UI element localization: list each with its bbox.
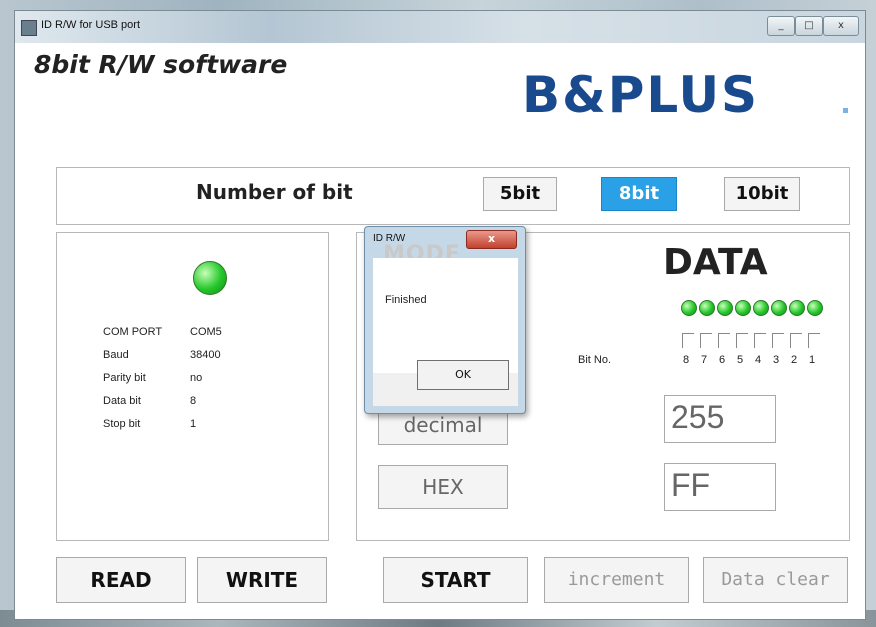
read-button[interactable]: READ (56, 557, 186, 603)
write-button[interactable]: WRITE (197, 557, 327, 603)
bit-number: 7 (701, 354, 708, 366)
bit-1-checkbox[interactable] (808, 333, 820, 348)
bit-5-led-icon (735, 300, 751, 316)
start-button[interactable]: START (383, 557, 528, 603)
app-icon (21, 20, 37, 36)
maximize-button[interactable]: □ (795, 16, 823, 36)
bit-10-button[interactable]: 10bit (724, 177, 800, 211)
bit-4-checkbox[interactable] (754, 333, 766, 348)
dialog-message: Finished (385, 294, 427, 306)
com-port-label: COM PORT (103, 326, 163, 338)
dialog-ok-button[interactable]: OK (417, 360, 509, 390)
hex-mode-button[interactable]: HEX (378, 465, 508, 509)
bit-1-led-icon (807, 300, 823, 316)
stop-bit-value: 1 (190, 418, 197, 430)
bit-6-checkbox[interactable] (718, 333, 730, 348)
bit-number: 4 (755, 354, 762, 366)
data-bit-value: 8 (190, 395, 197, 407)
bit-5-checkbox[interactable] (736, 333, 748, 348)
decimal-value-field[interactable]: 255 (664, 395, 776, 443)
bit-6-led-icon (717, 300, 733, 316)
com-port-value: COM5 (190, 326, 222, 338)
bit-number: 8 (683, 354, 690, 366)
bit-2-led-icon (789, 300, 805, 316)
bit-4-led-icon (753, 300, 769, 316)
parity-label: Parity bit (103, 372, 146, 384)
dialog-body: Finished (373, 258, 518, 373)
data-bit-label: Data bit (103, 395, 141, 407)
bit-number: 2 (791, 354, 798, 366)
bit-8-button[interactable]: 8bit (601, 177, 677, 211)
bit-5-button[interactable]: 5bit (483, 177, 557, 211)
hex-value-field[interactable]: FF (664, 463, 776, 511)
title-bar[interactable]: ID R/W for USB port _ □ x (15, 11, 865, 43)
window-title: ID R/W for USB port (41, 19, 141, 31)
data-clear-button[interactable]: Data clear (703, 557, 848, 603)
finished-dialog: ID R/W MODE x Finished OK (364, 226, 526, 414)
bit-7-led-icon (699, 300, 715, 316)
company-logo: B&PLUS (522, 66, 760, 124)
data-heading: DATA (663, 242, 768, 283)
bit-number: 3 (773, 354, 780, 366)
stop-bit-label: Stop bit (103, 418, 141, 430)
bit-no-label: Bit No. (578, 354, 612, 366)
bit-8-checkbox[interactable] (682, 333, 694, 348)
dialog-close-button[interactable]: x (466, 230, 517, 249)
bit-3-checkbox[interactable] (772, 333, 784, 348)
app-title: 8bit R/W software (34, 50, 288, 79)
close-button[interactable]: x (823, 16, 859, 36)
bit-number: 1 (809, 354, 816, 366)
increment-button[interactable]: increment (544, 557, 689, 603)
baud-value: 38400 (190, 349, 221, 361)
bit-3-led-icon (771, 300, 787, 316)
number-of-bit-label: Number of bit (196, 180, 353, 204)
baud-label: Baud (103, 349, 129, 361)
bit-number: 5 (737, 354, 744, 366)
parity-value: no (190, 372, 203, 384)
minimize-button[interactable]: _ (767, 16, 795, 36)
bit-7-checkbox[interactable] (700, 333, 712, 348)
bit-8-led-icon (681, 300, 697, 316)
bit-number: 6 (719, 354, 726, 366)
logo-dot (843, 108, 848, 113)
status-led-icon (193, 261, 227, 295)
bit-2-checkbox[interactable] (790, 333, 802, 348)
